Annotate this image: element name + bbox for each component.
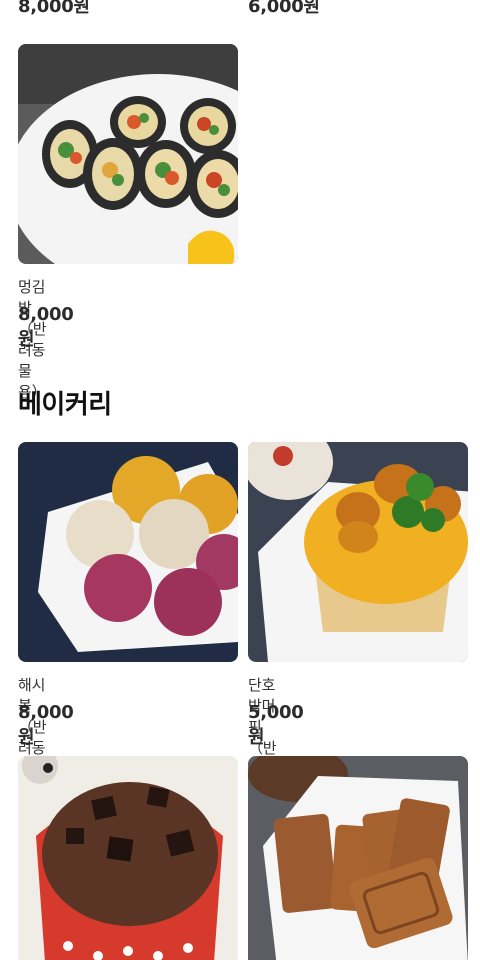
black-seaweed-kimbap-photo	[18, 44, 238, 264]
product-image[interactable]	[248, 442, 468, 662]
product-price: 8,000원	[18, 304, 74, 350]
product-image[interactable]	[18, 756, 238, 960]
product-image[interactable]	[248, 756, 468, 960]
product-image[interactable]	[18, 442, 238, 662]
chocolate-cup-muffin-photo	[18, 756, 238, 960]
product-price: 5,000원	[248, 702, 304, 748]
section-title-bakery: 베이커리	[18, 390, 112, 420]
product-price: 8,000원	[18, 702, 74, 748]
coated-rice-balls-photo	[18, 442, 238, 662]
product-price: 6,000원	[248, 0, 320, 17]
product-image[interactable]	[18, 44, 238, 264]
product-price: 8,000원	[18, 0, 90, 17]
pumpkin-muffin-photo	[248, 442, 468, 662]
biscoff-style-cookies-photo	[248, 756, 468, 960]
